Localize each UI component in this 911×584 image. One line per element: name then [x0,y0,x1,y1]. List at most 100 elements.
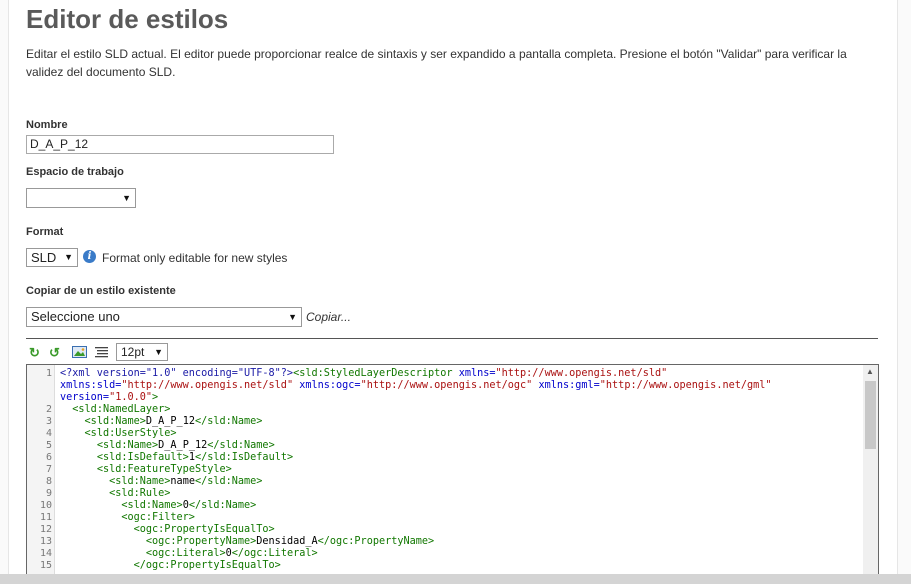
page-title: Editor de estilos [26,4,229,34]
code-text: <ogc:Literal>0</ogc:Literal> [60,548,318,560]
code-token: > [152,392,159,403]
code-token: </sld:Name> [207,440,275,451]
code-token: "http://www.opengis.net/gml" [599,380,772,391]
workspace-select[interactable]: ▼ [26,188,136,208]
code-token: <sld:FeatureTypeStyle> [96,464,232,475]
window-bottom-bar [0,574,911,584]
code-token: <?xml version="1.0" encoding="UTF-8"?> [60,368,294,379]
format-label: Format [26,226,64,238]
divider [26,338,878,339]
code-token: <ogc:PropertyIsEqualTo> [133,524,275,535]
code-token: <sld:Name> [96,440,159,451]
scroll-up-icon[interactable]: ▲ [866,367,874,376]
code-token: xmlns:ogc= [299,380,361,391]
code-token: <ogc:PropertyName> [145,536,257,547]
line-number: 12 [39,524,52,535]
code-text: <sld:Name>0</sld:Name> [60,500,256,512]
code-text: <ogc:PropertyIsEqualTo> [60,524,275,536]
code-token: Densidad_A [256,536,318,547]
vertical-scrollbar[interactable]: ▲ [863,365,878,575]
image-icon[interactable] [72,346,87,359]
format-select[interactable]: SLD ▼ [26,248,78,267]
redo-icon[interactable]: ↺ [47,346,62,359]
code-token: "1.0.0" [109,392,153,403]
undo-icon[interactable]: ↻ [27,346,42,359]
line-number: 6 [45,452,52,463]
format-select-value: SLD [31,250,57,265]
code-token: version= [60,392,110,403]
line-number: 11 [39,512,52,523]
scrollbar-thumb[interactable] [865,381,876,449]
copy-style-select-value: Seleccione uno [31,309,120,324]
chevron-down-icon: ▼ [154,347,163,357]
code-token: <sld:Name> [84,416,146,427]
code-text: xmlns:sld="http://www.opengis.net/sld" x… [60,380,772,392]
line-number: 8 [45,476,52,487]
line-number: 15 [39,560,52,571]
line-number: 2 [45,404,52,415]
copy-link[interactable]: Copiar... [306,310,351,324]
code-token: <sld:UserStyle> [84,428,177,439]
code-text: version="1.0.0"> [60,392,158,404]
code-token: D_A_P_12 [145,416,195,427]
code-token: D_A_P_12 [158,440,208,451]
code-token: <ogc:Literal> [145,548,226,559]
line-number: 4 [45,428,52,439]
line-number: 3 [45,416,52,427]
line-number: 5 [45,440,52,451]
page-description: Editar el estilo SLD actual. El editor p… [26,47,847,79]
code-token: </sld:Name> [188,500,257,511]
code-text: </ogc:PropertyIsEqualTo> [60,560,281,572]
code-text: <?xml version="1.0" encoding="UTF-8"?><s… [60,368,667,380]
copy-style-label: Copiar de un estilo existente [26,285,176,297]
code-token: <sld:Rule> [109,488,171,499]
code-token: </sld:Name> [194,476,263,487]
name-input[interactable]: D_A_P_12 [26,135,334,154]
code-token: </sld:IsDefault> [194,452,294,463]
code-text: <sld:Name>name</sld:Name> [60,476,262,488]
code-token: xmlns:gml= [538,380,600,391]
code-text: <sld:NamedLayer> [60,404,170,416]
code-token: "http://www.opengis.net/sld" [121,380,300,391]
code-token: </ogc:PropertyIsEqualTo> [133,560,281,571]
code-text: <ogc:Filter> [60,512,195,524]
code-token: "http://www.opengis.net/ogc" [360,380,539,391]
code-token: name [170,476,195,487]
info-icon: i [83,250,96,263]
copy-style-select[interactable]: Seleccione uno ▼ [26,307,302,327]
code-token: "http://www.opengis.net/sld" [495,368,668,379]
code-text: <sld:Name>D_A_P_12</sld:Name> [60,440,275,452]
chevron-down-icon: ▼ [122,193,131,203]
line-number: 7 [45,464,52,475]
code-editor[interactable]: 1 <?xml version="1.0" encoding="UTF-8"?><… [26,364,879,576]
format-lines-icon[interactable] [94,346,109,359]
code-text: <ogc:PropertyName>Densidad_A</ogc:Proper… [60,536,434,548]
chevron-down-icon: ▼ [64,252,73,262]
code-token: </sld:Name> [194,416,263,427]
line-number: 9 [45,488,52,499]
code-token: <sld:IsDefault> [96,452,189,463]
line-number: 1 [45,368,52,379]
code-token: </ogc:Literal> [231,548,318,559]
font-size-value: 12pt [121,345,145,359]
code-token: xmlns:sld= [60,380,122,391]
code-token: <sld:NamedLayer> [72,404,171,415]
font-size-select[interactable]: 12pt ▼ [116,343,168,361]
code-token: <sld:Name> [121,500,183,511]
code-text: <sld:FeatureTypeStyle> [60,464,232,476]
code-text: <sld:UserStyle> [60,428,177,440]
line-number: 13 [39,536,52,547]
